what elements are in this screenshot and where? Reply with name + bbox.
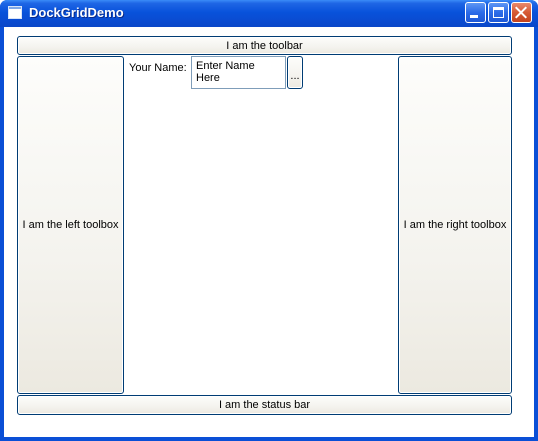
browse-button[interactable]: ... bbox=[287, 56, 303, 89]
toolbar-label: I am the toolbar bbox=[226, 39, 303, 52]
name-label: Your Name: bbox=[129, 62, 187, 74]
minimize-button[interactable] bbox=[465, 2, 486, 23]
right-toolbox-button[interactable]: I am the right toolbox bbox=[398, 56, 512, 394]
window-client-area: I am the toolbar I am the left toolbox Y… bbox=[4, 27, 534, 437]
right-toolbox-label: I am the right toolbox bbox=[403, 219, 507, 231]
minimize-icon bbox=[470, 15, 478, 18]
app-window-icon[interactable] bbox=[8, 6, 22, 19]
app-window: DockGridDemo I am the toolbar I am the l… bbox=[0, 0, 538, 441]
name-input[interactable]: Enter Name Here bbox=[191, 56, 286, 89]
status-bar-label: I am the status bar bbox=[218, 399, 311, 411]
toolbar-button[interactable]: I am the toolbar bbox=[17, 36, 512, 55]
maximize-button[interactable] bbox=[488, 2, 509, 23]
title-bar[interactable]: DockGridDemo bbox=[0, 0, 538, 27]
name-input-value: Enter Name Here bbox=[196, 60, 255, 84]
left-toolbox-label: I am the left toolbox bbox=[22, 219, 119, 231]
window-title: DockGridDemo bbox=[29, 5, 124, 20]
browse-button-label: ... bbox=[290, 69, 300, 82]
status-bar-button[interactable]: I am the status bar bbox=[17, 395, 512, 415]
close-icon bbox=[515, 6, 528, 19]
close-button[interactable] bbox=[511, 2, 532, 23]
maximize-icon bbox=[493, 7, 504, 18]
left-toolbox-button[interactable]: I am the left toolbox bbox=[17, 56, 124, 394]
